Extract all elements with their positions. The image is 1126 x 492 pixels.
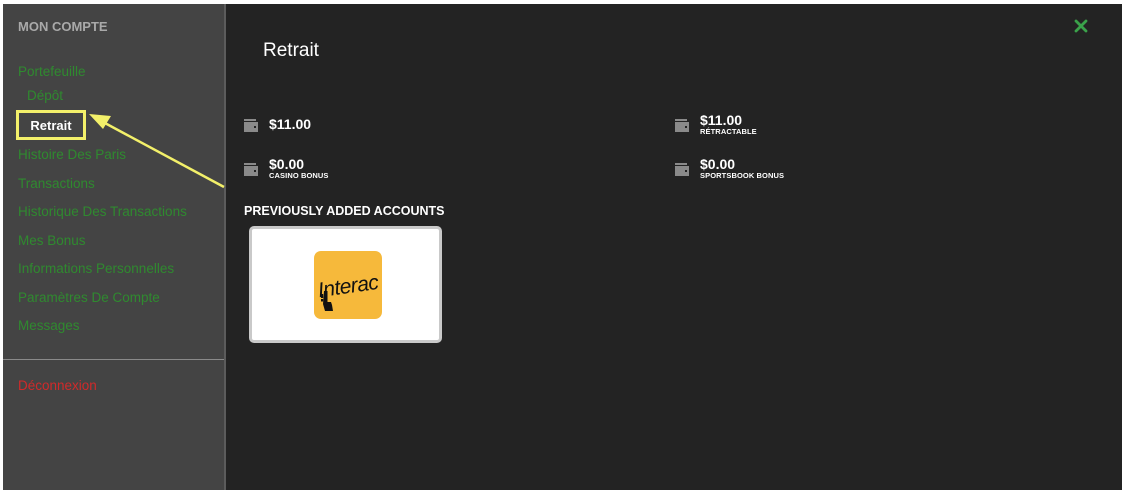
sidebar-item-portefeuille[interactable]: Portefeuille <box>18 64 86 79</box>
sidebar-item-histoire-des-paris[interactable]: Histoire Des Paris <box>18 147 126 162</box>
sidebar-item-historique-des-transactions[interactable]: Historique Des Transactions <box>18 204 187 219</box>
account-card-interac[interactable]: Interac <box>249 226 442 343</box>
sidebar-item-retrait-label: Retrait <box>30 117 72 133</box>
sidebar-item-messages[interactable]: Messages <box>18 318 80 333</box>
balance-amount: $11.00 <box>700 112 743 128</box>
accounts-heading: PREVIOUSLY ADDED ACCOUNTS <box>244 204 445 218</box>
balance-casino-bonus: $0.00 CASINO BONUS <box>244 156 329 180</box>
sidebar-divider <box>3 359 224 360</box>
balance-label: CASINO BONUS <box>269 171 329 180</box>
balance-total: $11.00 <box>244 116 311 132</box>
sidebar-item-transactions[interactable]: Transactions <box>18 176 95 191</box>
sidebar-title: MON COMPTE <box>18 19 108 34</box>
balance-sportsbook-bonus: $0.00 SPORTSBOOK BONUS <box>675 156 784 180</box>
wallet-icon <box>244 119 258 132</box>
logout-link[interactable]: Déconnexion <box>18 378 97 393</box>
balance-retractable: $11.00 RÉTRACTABLE <box>675 112 757 136</box>
page-title: Retrait <box>263 40 319 61</box>
wallet-icon <box>675 119 689 132</box>
sidebar-item-depot[interactable]: Dépôt <box>27 88 63 103</box>
sidebar-item-retrait[interactable]: Retrait <box>16 110 86 140</box>
balance-amount: $0.00 <box>269 156 305 172</box>
account-modal: MON COMPTE Portefeuille Dépôt Retrait Hi… <box>3 4 1122 490</box>
sidebar-item-parametres-de-compte[interactable]: Paramètres De Compte <box>18 290 160 305</box>
balance-amount: $0.00 <box>700 156 736 172</box>
close-icon <box>1074 19 1088 33</box>
wallet-icon <box>675 163 689 176</box>
close-button[interactable] <box>1069 14 1093 38</box>
account-sidebar: MON COMPTE Portefeuille Dépôt Retrait Hi… <box>3 4 226 490</box>
sidebar-item-informations-personnelles[interactable]: Informations Personnelles <box>18 261 174 276</box>
balance-amount: $11.00 <box>269 116 312 132</box>
sidebar-item-mes-bonus[interactable]: Mes Bonus <box>18 233 86 248</box>
balance-label: RÉTRACTABLE <box>700 127 757 136</box>
interac-logo: Interac <box>314 251 382 319</box>
wallet-icon <box>244 163 258 176</box>
balance-label: SPORTSBOOK BONUS <box>700 171 785 180</box>
